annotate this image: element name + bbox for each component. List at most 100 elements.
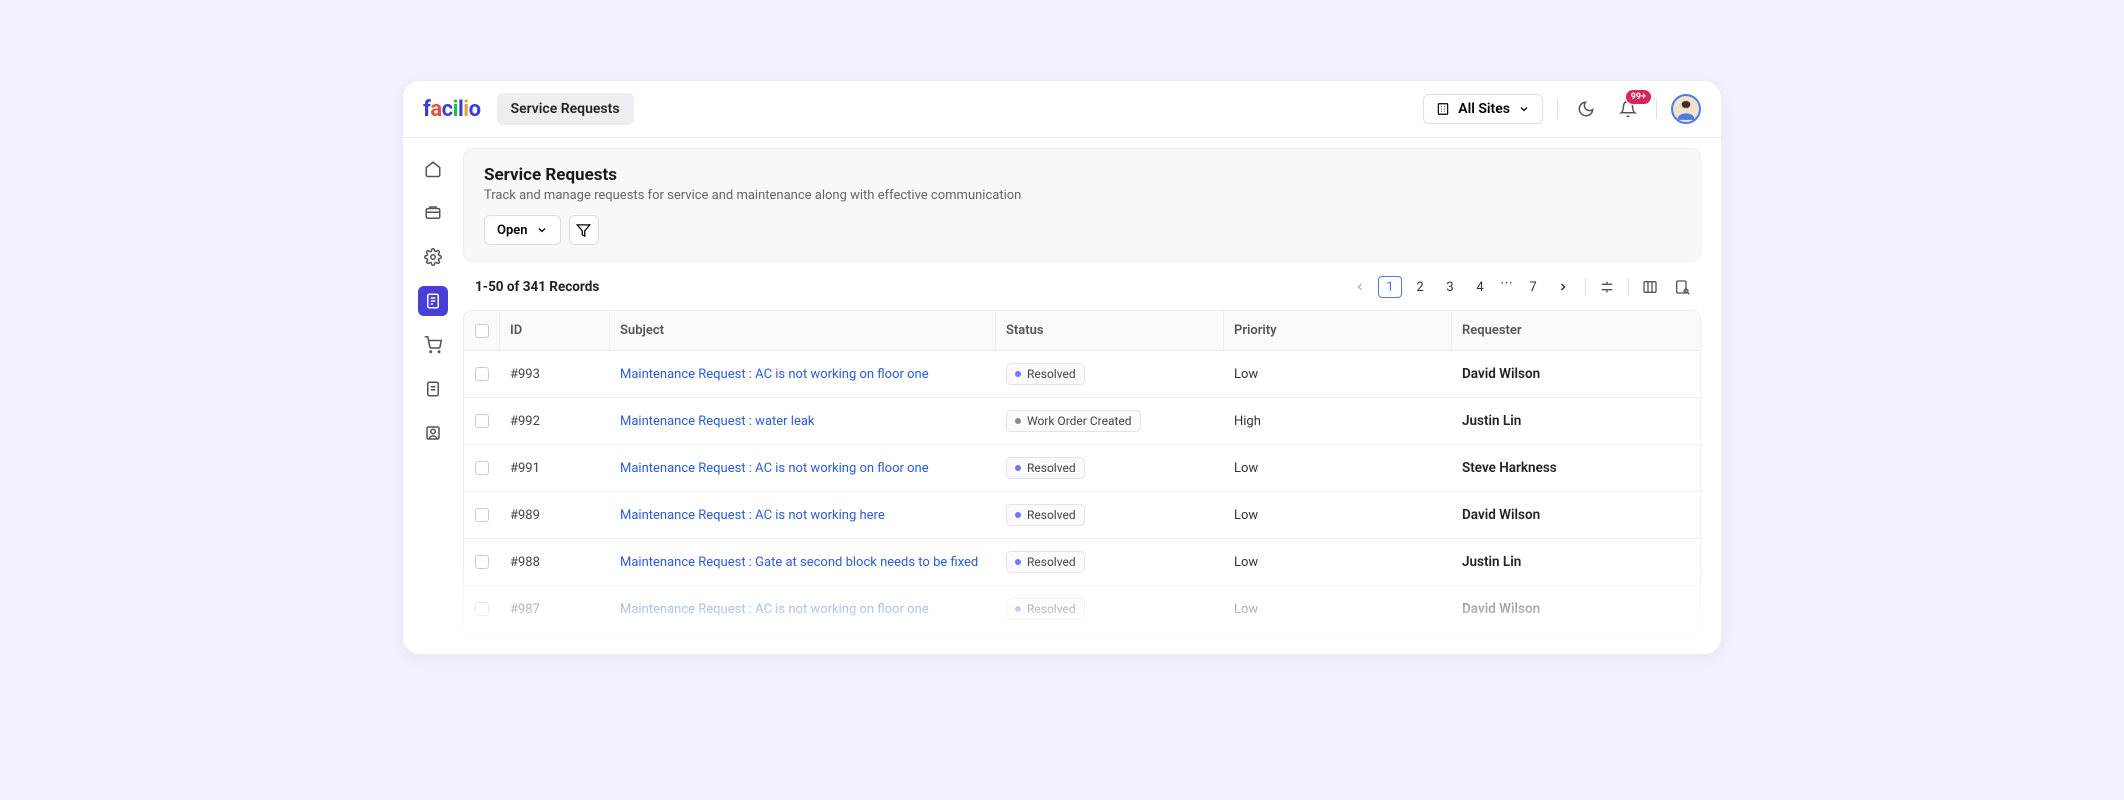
column-settings-button[interactable]	[1639, 276, 1661, 298]
column-header-requester[interactable]: Requester	[1452, 311, 1700, 350]
status-label: Resolved	[1027, 555, 1076, 569]
row-id: #993	[500, 355, 610, 394]
sidebar-item-workorders[interactable]	[418, 198, 448, 228]
row-checkbox[interactable]	[475, 414, 489, 428]
theme-toggle-button[interactable]	[1572, 95, 1600, 123]
column-header-status[interactable]: Status	[996, 311, 1224, 350]
column-header-priority[interactable]: Priority	[1224, 311, 1452, 350]
divider	[1585, 278, 1586, 296]
pagination-page-1[interactable]: 1	[1378, 276, 1402, 298]
status-dot-icon	[1015, 559, 1021, 565]
row-checkbox[interactable]	[475, 461, 489, 475]
sidebar-item-service-requests[interactable]	[418, 286, 448, 316]
status-label: Work Order Created	[1027, 414, 1132, 428]
row-subject-link[interactable]: Maintenance Request : AC is not working …	[610, 355, 996, 394]
table-row[interactable]: #988 Maintenance Request : Gate at secon…	[464, 539, 1700, 586]
table-row[interactable]: #993 Maintenance Request : AC is not wor…	[464, 351, 1700, 398]
status-badge: Resolved	[1006, 457, 1085, 479]
select-all-checkbox-cell	[464, 311, 500, 350]
row-checkbox[interactable]	[475, 367, 489, 381]
row-status-cell: Resolved	[996, 351, 1224, 397]
status-label: Resolved	[1027, 461, 1076, 475]
divider	[1628, 278, 1629, 296]
table-row[interactable]: #987 Maintenance Request : AC is not wor…	[464, 586, 1700, 633]
table-row[interactable]: #989 Maintenance Request : AC is not wor…	[464, 492, 1700, 539]
pagination-page-4[interactable]: 4	[1468, 276, 1492, 298]
row-subject-link[interactable]: Maintenance Request : AC is not working …	[610, 496, 996, 535]
page-description: Track and manage requests for service an…	[484, 188, 1680, 203]
row-checkbox-cell	[464, 449, 500, 487]
row-checkbox-cell	[464, 590, 500, 628]
row-subject-link[interactable]: Maintenance Request : AC is not working …	[610, 449, 996, 488]
search-list-button[interactable]	[1671, 276, 1693, 298]
row-checkbox-cell	[464, 402, 500, 440]
chevron-down-icon	[536, 224, 548, 236]
status-badge: Resolved	[1006, 551, 1085, 573]
site-selector[interactable]: All Sites	[1423, 94, 1543, 124]
row-subject-link[interactable]: Maintenance Request : Gate at second blo…	[610, 543, 996, 582]
row-requester: Steve Harkness	[1452, 448, 1700, 488]
status-dot-icon	[1015, 606, 1021, 612]
row-checkbox-cell	[464, 543, 500, 581]
pagination-next-button[interactable]	[1551, 277, 1575, 297]
notification-badge: 99+	[1625, 89, 1652, 105]
sidebar-item-home[interactable]	[418, 154, 448, 184]
row-checkbox[interactable]	[475, 508, 489, 522]
row-status-cell: Resolved	[996, 539, 1224, 585]
divider	[1557, 99, 1558, 119]
sidebar-item-reports[interactable]	[418, 374, 448, 404]
pagination-ellipsis: ⋯	[1498, 276, 1515, 298]
column-header-subject[interactable]: Subject	[610, 311, 996, 350]
logo[interactable]: facilio	[423, 97, 481, 122]
row-subject-link[interactable]: Maintenance Request : water leak	[610, 402, 996, 441]
status-label: Resolved	[1027, 508, 1076, 522]
sidebar-item-contacts[interactable]	[418, 418, 448, 448]
page-title: Service Requests	[484, 165, 1680, 185]
avatar[interactable]	[1671, 94, 1701, 124]
records-summary: 1-50 of 341 Records	[475, 279, 599, 295]
pagination-page-7[interactable]: 7	[1521, 276, 1545, 298]
header-bar: facilio Service Requests All Sites	[403, 81, 1721, 138]
row-checkbox[interactable]	[475, 602, 489, 616]
site-selector-label: All Sites	[1458, 101, 1510, 117]
row-checkbox-cell	[464, 355, 500, 393]
sidebar-item-settings[interactable]	[418, 242, 448, 272]
notifications-button[interactable]: 99+	[1614, 95, 1642, 123]
filter-button[interactable]	[569, 215, 599, 245]
row-requester: David Wilson	[1452, 354, 1700, 394]
status-dot-icon	[1015, 465, 1021, 471]
sidebar-item-inventory[interactable]	[418, 330, 448, 360]
row-priority: Low	[1224, 496, 1452, 535]
table-row[interactable]: #992 Maintenance Request : water leak Wo…	[464, 398, 1700, 445]
pagination-page-2[interactable]: 2	[1408, 276, 1432, 298]
row-id: #989	[500, 496, 610, 535]
row-subject-link[interactable]: Maintenance Request : AC is not working …	[610, 590, 996, 629]
status-dot-icon	[1015, 371, 1021, 377]
row-priority: Low	[1224, 449, 1452, 488]
row-status-cell: Resolved	[996, 492, 1224, 538]
column-header-id[interactable]: ID	[500, 311, 610, 350]
table-header-row: ID Subject Status Priority Requester	[464, 311, 1700, 351]
row-requester: Justin Lin	[1452, 401, 1700, 441]
pagination-prev-button[interactable]	[1348, 277, 1372, 297]
status-filter-label: Open	[497, 223, 528, 238]
row-status-cell: Resolved	[996, 586, 1224, 632]
row-checkbox[interactable]	[475, 555, 489, 569]
row-height-button[interactable]	[1596, 276, 1618, 298]
row-priority: High	[1224, 402, 1452, 441]
row-requester: David Wilson	[1452, 589, 1700, 629]
moon-icon	[1577, 100, 1595, 118]
service-requests-table: ID Subject Status Priority Requester #99…	[463, 310, 1701, 634]
row-priority: Low	[1224, 590, 1452, 629]
status-filter-dropdown[interactable]: Open	[484, 215, 561, 245]
status-label: Resolved	[1027, 367, 1076, 381]
status-badge: Resolved	[1006, 598, 1085, 620]
table-row[interactable]: #991 Maintenance Request : AC is not wor…	[464, 445, 1700, 492]
pagination-page-3[interactable]: 3	[1438, 276, 1462, 298]
select-all-checkbox[interactable]	[475, 324, 489, 338]
header-tab-service-requests[interactable]: Service Requests	[497, 93, 634, 125]
row-requester: Justin Lin	[1452, 542, 1700, 582]
app-window: facilio Service Requests All Sites	[402, 80, 1722, 655]
row-checkbox-cell	[464, 496, 500, 534]
status-badge: Work Order Created	[1006, 410, 1141, 432]
